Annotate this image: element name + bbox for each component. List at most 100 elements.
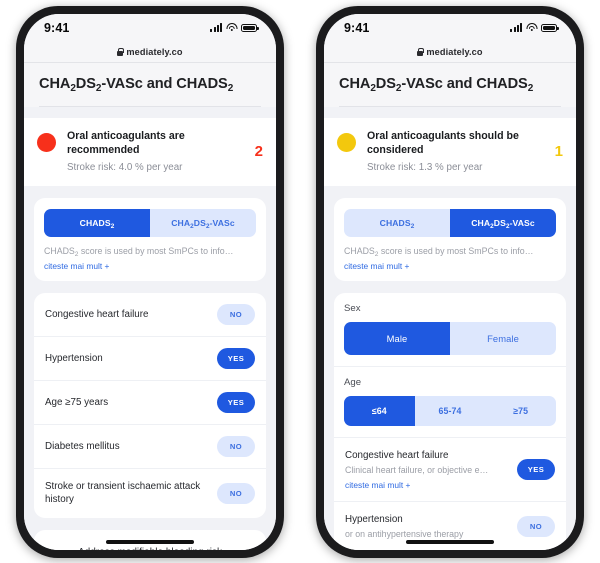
question-text: Congestive heart failure	[45, 308, 209, 322]
status-bar-indicators	[510, 23, 559, 32]
result-banner: Oral anticoagulants should be considered…	[324, 118, 576, 187]
page-title: CHA2DS2-VASc and CHADS2	[339, 76, 534, 94]
screenshot-stage: 9:41 mediately.co CHA2DS2-VASc and CHADS…	[0, 0, 600, 563]
signal-bars-icon	[510, 23, 522, 32]
footer-text: Address modifiable bleeding risk	[78, 547, 222, 550]
score-selector-body: CHADS2 CHA2DS2-VASc CHADS2 score is used…	[334, 198, 566, 281]
page-header: CHA2DS2-VASc and CHADS2	[324, 63, 576, 107]
list-item[interactable]: Congestive heart failure NO	[34, 293, 266, 337]
status-bar-clock: 9:41	[344, 20, 370, 35]
status-bar-clock: 9:41	[44, 20, 70, 35]
url-text: mediately.co	[426, 46, 483, 57]
age-label: Age	[344, 376, 362, 388]
score-selector-body: CHADS2 CHA2DS2-VASc CHADS2 score is used…	[34, 198, 266, 281]
answer-toggle[interactable]: NO	[217, 435, 255, 457]
question-text: Age ≥75 years	[45, 396, 209, 410]
result-banner: Oral anticoagulants are recommended Stro…	[24, 118, 276, 187]
answer-toggle[interactable]: NO	[517, 516, 555, 538]
result-banner-body: Oral anticoagulants are recommended Stro…	[67, 129, 238, 174]
question-subtitle: Clinical heart failure, or objective e…	[345, 465, 489, 476]
signal-bars-icon	[210, 23, 222, 32]
list-item[interactable]: Congestive heart failure Clinical heart …	[334, 438, 566, 502]
question-title: Stroke or transient ischaemic attack his…	[45, 480, 201, 506]
score-tab-group: CHADS2 CHA2DS2-VASc	[344, 209, 556, 238]
browser-url-bar[interactable]: mediately.co	[24, 41, 276, 63]
battery-icon	[241, 23, 259, 32]
answer-toggle[interactable]: NO	[217, 482, 255, 504]
answer-toggle[interactable]: NO	[217, 303, 255, 325]
result-score: 2	[254, 143, 263, 161]
phone-left-screen: 9:41 mediately.co CHA2DS2-VASc and CHADS…	[24, 14, 276, 550]
list-item[interactable]: Age ≥75 years YES	[34, 381, 266, 425]
read-more-link[interactable]: citeste mai mult +	[345, 480, 509, 490]
age-field: Age ≤64 65-74 ≥75	[334, 367, 566, 438]
sex-label: Sex	[344, 302, 361, 314]
phone-right: 9:41 mediately.co CHA2DS2-VASc and CHADS…	[316, 6, 584, 558]
question-title: Diabetes mellitus	[45, 440, 120, 452]
list-item[interactable]: Diabetes mellitus NO	[34, 425, 266, 469]
result-subtitle: Stroke risk: 1.3 % per year	[367, 161, 483, 173]
status-dot-yellow-icon	[337, 133, 356, 152]
page-content-right: CHA2DS2-VASc and CHADS2 Oral anticoagula…	[324, 63, 576, 550]
sex-field: Sex Male Female	[334, 293, 566, 367]
sex-toggle-group: Male Female	[344, 321, 556, 355]
header-spacer	[324, 107, 576, 118]
result-score: 1	[554, 143, 563, 161]
list-item[interactable]: Stroke or transient ischaemic attack his…	[34, 469, 266, 518]
answer-toggle[interactable]: YES	[517, 458, 555, 480]
age-option-under-64[interactable]: ≤64	[344, 395, 415, 426]
score-tab-group: CHADS2 CHA2DS2-VASc	[44, 209, 256, 238]
home-indicator	[406, 540, 494, 544]
url-text: mediately.co	[126, 46, 183, 57]
wifi-icon	[226, 23, 237, 32]
tab-cha2ds2-vasc[interactable]: CHA2DS2-VASc	[150, 209, 256, 238]
result-subtitle: Stroke risk: 4.0 % per year	[67, 161, 183, 173]
answer-toggle[interactable]: YES	[217, 347, 255, 369]
status-dot-red-icon	[37, 133, 56, 152]
question-text: Stroke or transient ischaemic attack his…	[45, 480, 209, 507]
question-title: Congestive heart failure	[45, 308, 149, 320]
question-title: Hypertension	[45, 352, 103, 364]
lock-icon	[417, 47, 425, 56]
tab-cha2ds2-vasc[interactable]: CHA2DS2-VASc	[450, 209, 556, 238]
result-title: Oral anticoagulants are recommended	[67, 130, 185, 157]
tab-chads2[interactable]: CHADS2	[44, 209, 150, 238]
phone-right-screen: 9:41 mediately.co CHA2DS2-VASc and CHADS…	[324, 14, 576, 550]
question-title: Age ≥75 years	[45, 396, 109, 408]
read-more-link[interactable]: citeste mai mult +	[344, 261, 556, 271]
score-note: CHADS2 score is used by most SmPCs to in…	[44, 246, 234, 258]
battery-icon	[541, 23, 559, 32]
question-text: Hypertension or on antihypertensive ther…	[345, 513, 509, 541]
question-text: Diabetes mellitus	[45, 440, 209, 454]
question-text: Hypertension	[45, 352, 209, 366]
lock-icon	[117, 47, 125, 56]
result-banner-body: Oral anticoagulants should be considered…	[367, 129, 538, 174]
question-title: Congestive heart failure	[345, 449, 449, 461]
result-title: Oral anticoagulants should be considered	[367, 130, 519, 157]
score-selector-card: CHADS2 CHA2DS2-VASc CHADS2 score is used…	[334, 198, 566, 281]
questions-card: Congestive heart failure NO Hypertension…	[34, 292, 266, 518]
page-header: CHA2DS2-VASc and CHADS2	[24, 63, 276, 107]
sex-option-female[interactable]: Female	[450, 321, 556, 355]
header-spacer	[24, 107, 276, 118]
question-title: Hypertension	[345, 513, 403, 525]
inputs-card: Sex Male Female Age ≤64 65-74 ≥75 Conges…	[334, 292, 566, 550]
age-toggle-group: ≤64 65-74 ≥75	[344, 395, 556, 426]
page-title: CHA2DS2-VASc and CHADS2	[39, 76, 234, 94]
question-text: Congestive heart failure Clinical heart …	[345, 449, 509, 490]
score-selector-card: CHADS2 CHA2DS2-VASc CHADS2 score is used…	[34, 198, 266, 281]
list-item[interactable]: Hypertension YES	[34, 337, 266, 381]
status-bar-indicators	[210, 23, 259, 32]
status-bar: 9:41	[24, 14, 276, 41]
page-content-left: CHA2DS2-VASc and CHADS2 Oral anticoagula…	[24, 63, 276, 550]
sex-option-male[interactable]: Male	[344, 321, 450, 355]
answer-toggle[interactable]: YES	[217, 391, 255, 413]
read-more-link[interactable]: citeste mai mult +	[44, 261, 256, 271]
home-indicator	[106, 540, 194, 544]
age-option-65-74[interactable]: 65-74	[414, 395, 486, 426]
tab-chads2[interactable]: CHADS2	[344, 209, 450, 238]
score-note: CHADS2 score is used by most SmPCs to in…	[344, 246, 534, 258]
browser-url-bar[interactable]: mediately.co	[324, 41, 576, 63]
wifi-icon	[526, 23, 537, 32]
age-option-over-75[interactable]: ≥75	[485, 395, 556, 426]
